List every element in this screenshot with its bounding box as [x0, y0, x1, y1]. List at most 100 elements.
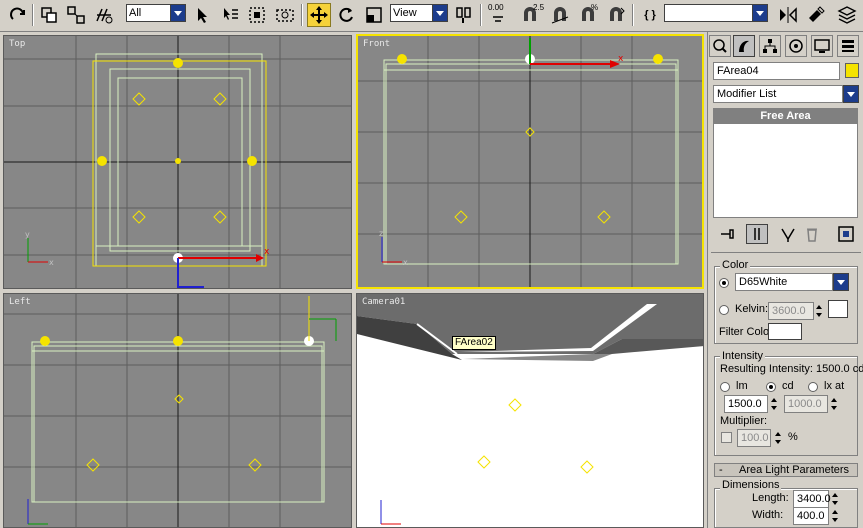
- top-axis-x-label: x: [49, 258, 54, 267]
- viewport-camera[interactable]: Camera01 FArea02: [356, 293, 704, 528]
- select-and-rotate-icon[interactable]: [334, 3, 358, 27]
- reference-coord-combo[interactable]: View: [390, 4, 432, 22]
- kelvin-label: Kelvin:: [735, 303, 769, 315]
- resulting-intensity-text: Resulting Intensity: 1500.0 cd: [720, 363, 863, 375]
- redo-icon[interactable]: [6, 3, 30, 27]
- unit-lm-radio[interactable]: [720, 382, 730, 392]
- viewport-camera-label[interactable]: Camera01: [362, 297, 405, 307]
- window-crossing-icon[interactable]: [273, 3, 297, 27]
- multiplier-spinner-icon[interactable]: [774, 430, 782, 446]
- viewport-front-label[interactable]: Front: [363, 39, 390, 49]
- unit-lm-label: lm: [736, 380, 748, 392]
- multiplier-field[interactable]: 100.0: [737, 429, 771, 447]
- intensity-spinner-icon[interactable]: [770, 396, 778, 412]
- front-axis-z-label: z: [379, 229, 383, 238]
- select-and-scale-icon[interactable]: [362, 3, 386, 27]
- mirror-icon[interactable]: [776, 3, 800, 27]
- length-label: Length:: [752, 492, 789, 504]
- object-name-field[interactable]: FArea04: [713, 62, 840, 80]
- edit-named-selections-button[interactable]: { }: [638, 3, 662, 27]
- spinner-snap-icon[interactable]: 0.00: [486, 3, 510, 27]
- show-end-result-icon[interactable]: [746, 224, 768, 244]
- reference-coord-arrow-icon[interactable]: [432, 4, 448, 22]
- angle-snap-value: 2.5: [533, 3, 545, 12]
- utilities-tab-icon[interactable]: [837, 35, 859, 57]
- kelvin-spinner-icon[interactable]: [815, 303, 823, 319]
- motion-tab-icon[interactable]: [785, 35, 807, 57]
- edit-named-selections-label: { }: [644, 9, 656, 21]
- width-spinner-icon[interactable]: [831, 508, 839, 524]
- front-axis-x-label: x: [403, 258, 408, 267]
- snap-toggle-icon[interactable]: 2.5: [518, 3, 545, 27]
- unit-lx-radio[interactable]: [808, 382, 818, 392]
- top-gizmo-x-label: x: [264, 247, 270, 257]
- percent-snap-icon[interactable]: %: [576, 3, 600, 27]
- object-tooltip: FArea02: [452, 336, 496, 350]
- rollout-collapse-sign: -: [719, 464, 723, 476]
- remove-modifier-icon[interactable]: [802, 224, 822, 244]
- make-unique-icon[interactable]: [778, 224, 798, 244]
- selection-filter-combo[interactable]: All: [126, 4, 170, 22]
- viewport-top-label[interactable]: Top: [9, 39, 25, 49]
- modifier-list-arrow-icon[interactable]: [843, 85, 859, 103]
- main-toolbar: All View 0.00 2.5 % {}: [0, 0, 863, 32]
- max-window: All View 0.00 2.5 % {} x y x Top x z x …: [0, 0, 863, 528]
- kelvin-field[interactable]: 3600.0: [768, 302, 814, 320]
- layer-manager-icon[interactable]: [835, 3, 859, 27]
- create-tab-icon[interactable]: [709, 35, 731, 57]
- lx-distance-spinner-icon[interactable]: [830, 396, 838, 412]
- align-icon[interactable]: [804, 3, 828, 27]
- width-field[interactable]: 400.0: [793, 507, 829, 525]
- kelvin-color-swatch[interactable]: [828, 300, 848, 318]
- color-preset-arrow-icon[interactable]: [833, 273, 849, 291]
- pin-stack-icon[interactable]: [718, 224, 738, 244]
- display-tab-icon[interactable]: [811, 35, 833, 57]
- select-object-icon[interactable]: [190, 3, 214, 27]
- named-selection-arrow-icon[interactable]: [752, 4, 768, 22]
- dimensions-group-title: Dimensions: [720, 479, 782, 491]
- select-by-name-icon[interactable]: [218, 3, 242, 27]
- multiplier-unit-label: %: [788, 431, 798, 443]
- percent-snap-value: %: [591, 3, 599, 12]
- stack-item-free-area[interactable]: Free Area: [714, 109, 857, 124]
- lx-distance-field[interactable]: 1000.0: [784, 395, 828, 413]
- object-color-swatch[interactable]: [845, 63, 859, 78]
- area-light-rollout-title: Area Light Parameters: [739, 464, 850, 476]
- width-label: Width:: [752, 509, 784, 521]
- top-axis-y-label: y: [25, 230, 30, 239]
- viewport-left[interactable]: Left: [3, 293, 352, 528]
- modifier-list-combo[interactable]: Modifier List: [713, 85, 843, 103]
- named-selection-sets-combo[interactable]: [664, 4, 752, 22]
- multiplier-label: Multiplier:: [720, 415, 768, 427]
- area-light-rollout-header[interactable]: - Area Light Parameters: [714, 463, 858, 477]
- intensity-value-field[interactable]: 1500.0: [724, 395, 768, 413]
- length-spinner-icon[interactable]: [831, 491, 839, 507]
- front-gizmo-x-label: x: [618, 54, 624, 64]
- angle-snap-icon[interactable]: [548, 3, 572, 27]
- command-panel: FArea04 Modifier List Free Area Color D6…: [707, 32, 863, 528]
- bind-space-warp-icon[interactable]: [92, 3, 116, 27]
- use-pivot-center-icon[interactable]: [452, 3, 476, 27]
- kelvin-radio[interactable]: [719, 305, 729, 315]
- select-and-move-icon[interactable]: [307, 3, 331, 27]
- configure-modifier-sets-icon[interactable]: [836, 224, 856, 244]
- preset-radio[interactable]: [719, 278, 729, 288]
- intensity-group-title: Intensity: [720, 350, 765, 362]
- unit-cd-label: cd: [782, 380, 794, 392]
- modify-tab-icon[interactable]: [733, 35, 755, 57]
- filter-color-swatch[interactable]: [768, 323, 802, 340]
- viewport-top[interactable]: x y x Top: [3, 35, 352, 289]
- unlink-selection-icon[interactable]: [64, 3, 88, 27]
- hierarchy-tab-icon[interactable]: [759, 35, 781, 57]
- selection-filter-arrow-icon[interactable]: [170, 4, 186, 22]
- viewport-left-label[interactable]: Left: [9, 297, 31, 307]
- spinner-snap-value: 0.00: [488, 3, 504, 12]
- spinner-snap-toggle-icon[interactable]: [604, 3, 628, 27]
- unit-cd-radio[interactable]: [766, 382, 776, 392]
- length-field[interactable]: 3400.0: [793, 490, 831, 508]
- select-and-link-icon[interactable]: [37, 3, 61, 27]
- viewport-front[interactable]: x z x Front: [356, 34, 704, 289]
- color-preset-combo[interactable]: D65White: [735, 273, 833, 291]
- rectangular-selection-icon[interactable]: [245, 3, 269, 27]
- multiplier-checkbox[interactable]: [721, 432, 732, 443]
